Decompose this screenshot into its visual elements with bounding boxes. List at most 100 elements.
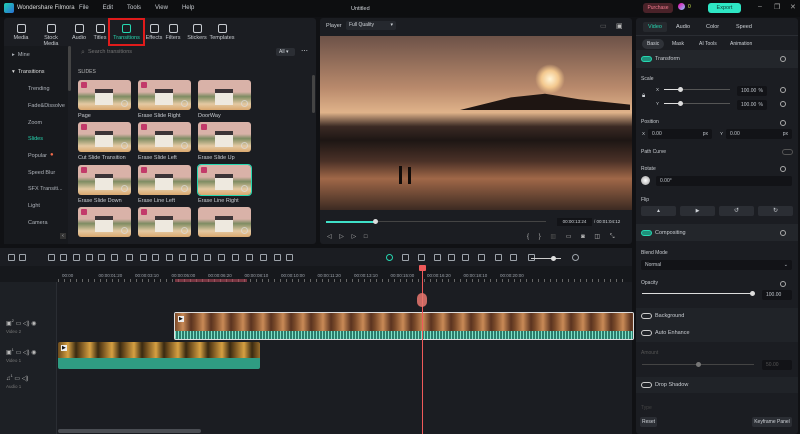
playhead-marker[interactable] — [417, 293, 427, 307]
tab-color[interactable]: Color — [706, 24, 719, 30]
tool-icon[interactable] — [510, 254, 517, 261]
current-time[interactable]: 00:00:13:24 — [557, 218, 592, 226]
video-clip-track1[interactable]: ▶ — [58, 342, 260, 369]
progress-handle[interactable] — [373, 219, 378, 224]
ai-icon[interactable] — [274, 254, 281, 261]
text-icon[interactable] — [111, 254, 118, 261]
rotate-field[interactable]: 0.00° — [656, 176, 792, 186]
sidebar-item-slides[interactable]: Slides — [28, 136, 43, 142]
download-icon[interactable] — [181, 142, 188, 149]
delete-icon[interactable] — [73, 254, 80, 261]
sidebar-item-trending[interactable]: Trending — [28, 86, 50, 92]
sidebar-transitions[interactable]: ▾ Transitions — [12, 69, 45, 75]
video-clip-track2[interactable]: ▶ — [174, 312, 634, 340]
zoom-slider[interactable] — [531, 258, 561, 259]
download-icon[interactable] — [241, 100, 248, 107]
effects-icon[interactable] — [246, 254, 253, 261]
opacity-field[interactable]: 100.00 — [762, 290, 792, 300]
scale-x-handle[interactable] — [678, 87, 683, 92]
playback-progress[interactable] — [326, 221, 546, 223]
menu-file[interactable]: File — [79, 5, 89, 11]
menu-edit[interactable]: Edit — [103, 5, 113, 11]
sticker-icon[interactable] — [448, 254, 455, 261]
mask-icon[interactable] — [232, 254, 239, 261]
minimize-icon[interactable]: – — [758, 3, 762, 10]
keyframe-icon[interactable] — [780, 281, 786, 287]
transition-thumbnail[interactable] — [78, 207, 131, 237]
eye-icon[interactable]: ◉ — [31, 321, 36, 327]
keyframe-icon[interactable] — [780, 101, 786, 107]
transition-thumbnail[interactable] — [198, 80, 251, 110]
keyframe-icon[interactable] — [780, 56, 786, 62]
opacity-slider[interactable] — [642, 293, 754, 294]
mute-icon[interactable]: ◁) — [23, 321, 30, 327]
sidebar-item-fade-dissolve[interactable]: Fade&Dissolve — [28, 103, 65, 109]
transform-toggle[interactable] — [641, 56, 652, 62]
download-icon[interactable] — [121, 185, 128, 192]
snap-icon[interactable] — [402, 254, 409, 261]
transition-thumbnail[interactable] — [78, 80, 131, 110]
tab-video[interactable]: Video — [643, 22, 667, 32]
timeline-scrollbar[interactable] — [58, 429, 201, 433]
transition-thumbnail[interactable] — [78, 165, 131, 195]
pip-icon[interactable] — [462, 254, 469, 261]
sidebar-item-camera[interactable]: Camera — [28, 220, 48, 226]
transition-thumbnail[interactable] — [138, 207, 191, 237]
sidebar-scrollbar[interactable] — [68, 46, 71, 91]
render-icon[interactable]: ▥ — [550, 234, 556, 240]
transition-thumbnail[interactable] — [138, 80, 191, 110]
rotate-left-button[interactable]: ↺ — [719, 206, 754, 216]
filter-dropdown[interactable]: All ▾ — [276, 48, 295, 56]
blend-mode-dropdown[interactable]: Normal ⌄ — [641, 260, 792, 270]
audio-meter-icon[interactable]: ◫ — [594, 234, 600, 240]
keyframe-panel-button[interactable]: Keyframe Panel — [752, 417, 792, 427]
tool-icon[interactable] — [495, 254, 502, 261]
camera-icon[interactable]: ◙ — [581, 234, 585, 240]
subtab-ai-tools[interactable]: AI Tools — [699, 41, 717, 47]
video-preview[interactable] — [320, 36, 632, 210]
download-icon[interactable] — [181, 185, 188, 192]
folder-icon[interactable]: ▭ — [16, 350, 22, 356]
transition-thumbnail[interactable] — [138, 122, 191, 152]
background-toggle[interactable] — [641, 313, 652, 319]
rotate-right-button[interactable]: ↻ — [758, 206, 793, 216]
marker-icon[interactable] — [126, 254, 133, 261]
transition-thumbnail[interactable] — [198, 122, 251, 152]
voiceover-icon[interactable] — [434, 254, 441, 261]
download-icon[interactable] — [181, 227, 188, 234]
close-icon[interactable]: ✕ — [790, 3, 796, 11]
mic-icon[interactable] — [418, 254, 425, 261]
fullscreen-icon[interactable]: ⤡ — [610, 234, 615, 240]
rotate-dial[interactable] — [641, 176, 650, 185]
subtab-basic[interactable]: Basic — [642, 39, 665, 49]
tab-templates[interactable]: Templates — [207, 24, 237, 41]
compositing-toggle[interactable] — [641, 230, 652, 236]
tab-speed[interactable]: Speed — [736, 24, 752, 30]
render-icon[interactable] — [386, 254, 393, 261]
lock-icon[interactable] — [166, 254, 173, 261]
tab-filters[interactable]: Filters — [160, 24, 186, 41]
menu-view[interactable]: View — [155, 5, 168, 11]
opacity-handle[interactable] — [750, 291, 755, 296]
split-icon[interactable] — [218, 254, 225, 261]
snapshot-view-icon[interactable]: ▣ — [616, 22, 623, 30]
mute-icon[interactable]: ◁) — [22, 376, 29, 382]
zoom-handle[interactable] — [551, 256, 556, 261]
next-frame-icon[interactable]: ▷ — [352, 234, 357, 240]
purchase-button[interactable]: Purchase — [643, 3, 673, 13]
playhead[interactable] — [422, 266, 423, 434]
download-icon[interactable] — [241, 227, 248, 234]
tab-audio-props[interactable]: Audio — [676, 24, 690, 30]
amount-field[interactable]: 50.00 — [762, 360, 792, 370]
mute-icon[interactable]: ◁) — [23, 350, 30, 356]
mark-in-icon[interactable]: { — [527, 234, 529, 240]
zoom-fit-icon[interactable] — [152, 254, 159, 261]
flip-vertical-button[interactable]: ▲ — [641, 206, 676, 216]
keyframe-icon[interactable] — [780, 87, 786, 93]
grid-scrollbar[interactable] — [312, 75, 315, 113]
download-icon[interactable] — [121, 227, 128, 234]
sidebar-item-popular[interactable]: Popular — [28, 153, 47, 159]
cut-icon[interactable] — [86, 254, 93, 261]
flip-horizontal-button[interactable]: ▶ — [680, 206, 715, 216]
amount-handle[interactable] — [696, 362, 701, 367]
